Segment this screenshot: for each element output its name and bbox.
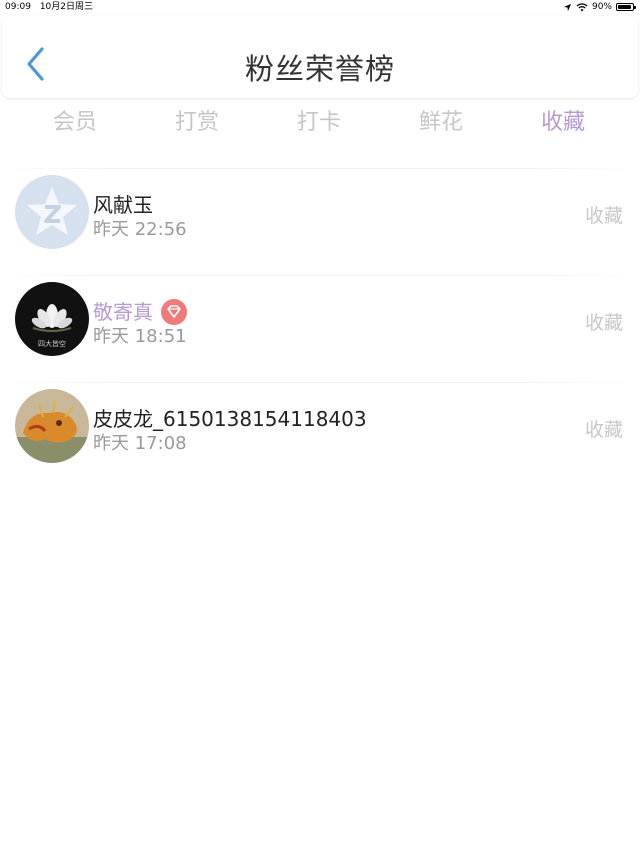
tab-membership[interactable]: 会员 xyxy=(30,104,120,136)
user-name: 皮皮龙_6150138154118403 xyxy=(93,407,367,431)
timestamp: 昨天 18:51 xyxy=(93,326,187,347)
action-label: 收藏 xyxy=(584,312,623,334)
status-date: 10月2日周三 xyxy=(39,2,93,12)
battery-icon xyxy=(616,3,636,11)
timestamp: 昨天 17:08 xyxy=(93,433,187,454)
nav-header: 粉丝荣誉榜 xyxy=(2,16,638,98)
action-label: 收藏 xyxy=(584,419,623,441)
avatar[interactable] xyxy=(15,175,89,249)
page-title: 粉丝荣誉榜 xyxy=(244,52,395,86)
list-item[interactable]: 皮皮龙_6150138154118403 昨天 17:08 收藏 xyxy=(0,383,640,489)
user-name: 风献玉 xyxy=(93,193,153,217)
status-time: 09:09 xyxy=(5,2,31,12)
list-item[interactable]: 四大皆空 敬寄真 昨天 18:51 收藏 xyxy=(0,276,640,382)
wifi-icon xyxy=(576,2,588,11)
fan-list: 风献玉 昨天 22:56 收藏 四大皆空 敬寄真 昨天 18:51 收藏 皮皮龙… xyxy=(0,168,640,489)
location-arrow-icon xyxy=(563,3,572,11)
qq-default-avatar-icon xyxy=(15,175,89,249)
avatar[interactable] xyxy=(15,389,89,463)
tab-favorites[interactable]: 收藏 xyxy=(518,104,608,136)
avatar[interactable]: 四大皆空 xyxy=(15,282,89,356)
tab-flowers[interactable]: 鲜花 xyxy=(396,104,486,136)
avatar-caption: 四大皆空 xyxy=(38,339,66,348)
status-bar: 09:09 10月2日周三 90% xyxy=(0,0,640,14)
list-item[interactable]: 风献玉 昨天 22:56 收藏 xyxy=(0,169,640,275)
lotus-avatar-icon: 四大皆空 xyxy=(15,282,89,356)
diamond-icon xyxy=(161,298,187,325)
tab-checkin[interactable]: 打卡 xyxy=(274,104,364,136)
tab-bar: 会员 打赏 打卡 鲜花 收藏 xyxy=(0,104,640,140)
dragon-avatar-icon xyxy=(15,389,89,463)
user-name-text: 敬寄真 xyxy=(93,300,153,324)
battery-percent: 90% xyxy=(591,2,612,12)
battery-fill xyxy=(618,5,631,9)
action-label: 收藏 xyxy=(584,205,623,227)
tab-tips[interactable]: 打赏 xyxy=(152,104,242,136)
timestamp: 昨天 22:56 xyxy=(93,219,187,240)
